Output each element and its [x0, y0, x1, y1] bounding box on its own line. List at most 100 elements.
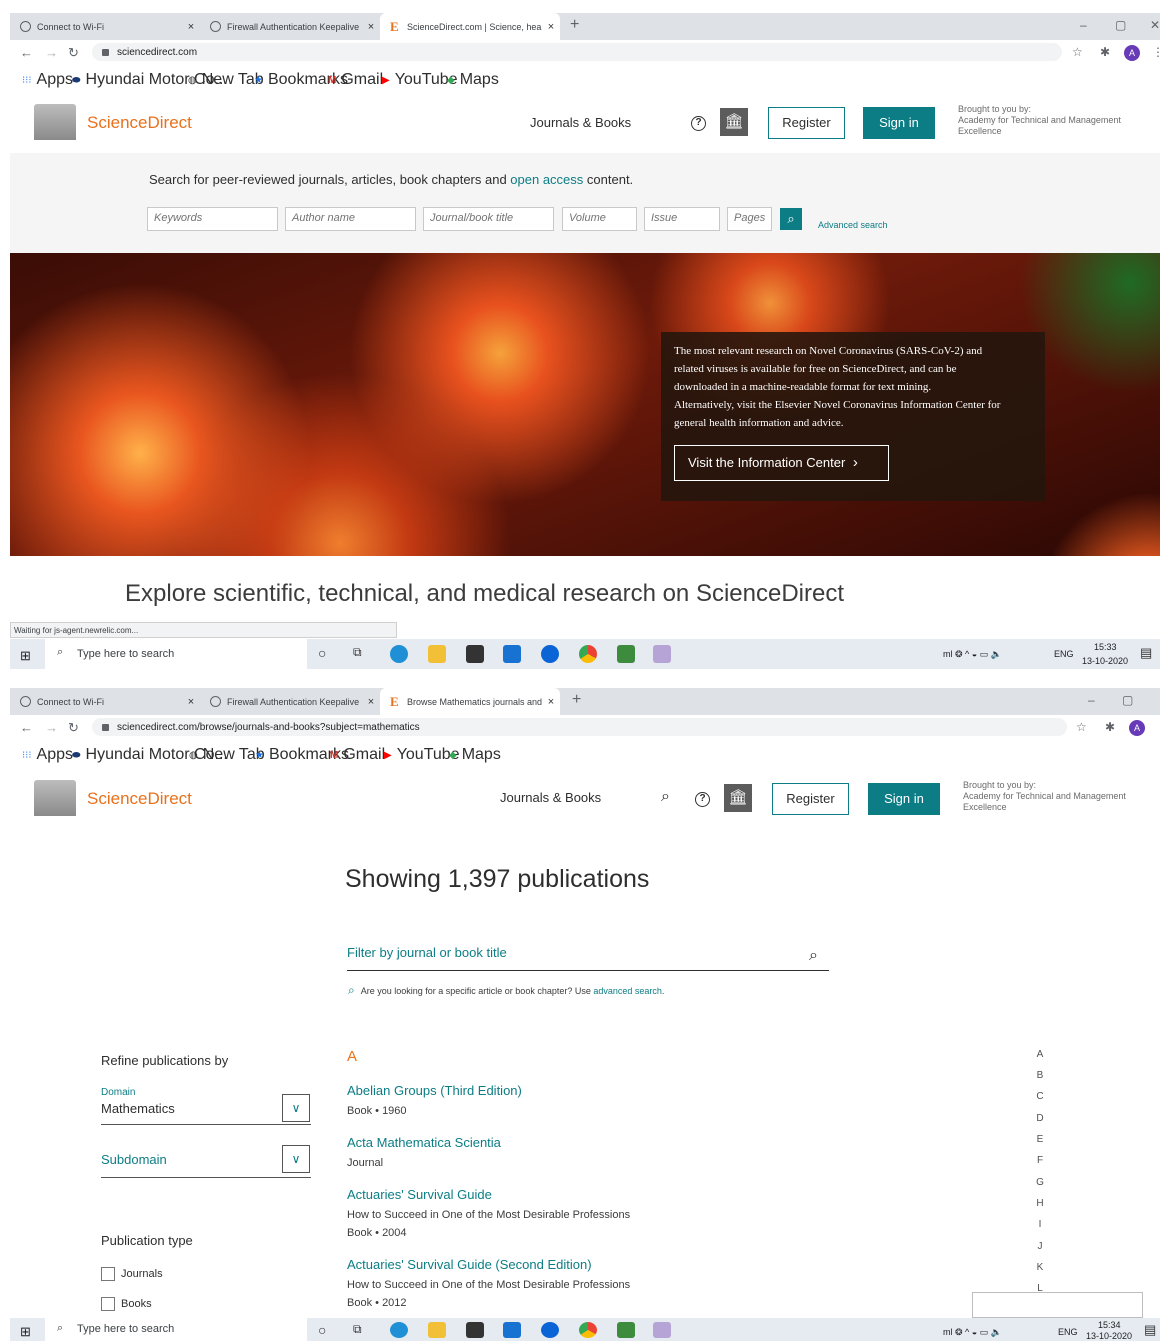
- new-tab-button[interactable]: +: [570, 16, 579, 34]
- tab-browse-mathematics[interactable]: E Browse Mathematics journals and books …: [380, 688, 560, 715]
- reload-icon[interactable]: ↻: [68, 720, 79, 736]
- search-submit-button[interactable]: ⌕: [780, 208, 802, 230]
- bookmark-apps[interactable]: ⁝⁝⁝ Apps: [22, 746, 73, 764]
- bookmark-gmail[interactable]: M Gmail: [328, 71, 383, 89]
- minimize-button[interactable]: –: [1088, 693, 1095, 707]
- maximize-button[interactable]: ▢: [1115, 18, 1126, 32]
- system-tray-icons[interactable]: ml ❂ ^ ◒ ▭ 🔈: [943, 649, 1002, 660]
- tab-connect-wifi[interactable]: Connect to Wi-Fi ×: [10, 688, 200, 715]
- chrome-icon[interactable]: [579, 645, 597, 663]
- filter-title-input[interactable]: Filter by journal or book title: [347, 937, 829, 971]
- app-icon[interactable]: [617, 1322, 635, 1338]
- advanced-search-link[interactable]: advanced search: [593, 986, 662, 996]
- chevron-down-icon[interactable]: ∨: [282, 1094, 310, 1122]
- close-window-button[interactable]: ✕: [1150, 18, 1160, 32]
- elsevier-tree-logo[interactable]: [34, 780, 76, 816]
- domain-select[interactable]: Domain Mathematics ∨: [101, 1087, 311, 1125]
- sciencedirect-logo[interactable]: ScienceDirect: [87, 789, 192, 809]
- bookmark-maps[interactable]: ◆ Maps: [449, 746, 501, 764]
- advanced-search-link[interactable]: Advanced search: [818, 220, 888, 230]
- task-view-icon[interactable]: ⧉: [353, 1322, 362, 1337]
- app-icon[interactable]: [541, 645, 559, 663]
- paint-icon[interactable]: [653, 645, 671, 663]
- visit-information-center-button[interactable]: Visit the Information Center ›: [674, 445, 889, 481]
- taskbar-search[interactable]: Type here to search: [45, 1318, 307, 1341]
- tab-sciencedirect[interactable]: E ScienceDirect.com | Science, health an…: [380, 13, 560, 40]
- help-icon[interactable]: ?: [695, 792, 710, 807]
- language-indicator[interactable]: ENG: [1054, 649, 1074, 659]
- sign-in-button[interactable]: Sign in: [868, 783, 940, 815]
- register-button[interactable]: Register: [768, 107, 845, 139]
- store-icon[interactable]: [466, 1322, 484, 1338]
- app-icon[interactable]: [541, 1322, 559, 1338]
- open-access-link[interactable]: open access: [510, 172, 583, 187]
- publication-title-link[interactable]: Abelian Groups (Third Edition): [347, 1083, 522, 1098]
- file-explorer-icon[interactable]: [428, 645, 446, 663]
- tab-connect-wifi[interactable]: Connect to Wi-Fi ×: [10, 13, 200, 40]
- tab-close-icon[interactable]: ×: [542, 696, 560, 708]
- clock-time[interactable]: 15:33: [1094, 642, 1117, 652]
- profile-avatar[interactable]: A: [1129, 720, 1145, 736]
- store-icon[interactable]: [466, 645, 484, 663]
- file-explorer-icon[interactable]: [428, 1322, 446, 1338]
- tab-close-icon[interactable]: ×: [182, 21, 200, 33]
- url-bar[interactable]: sciencedirect.com/browse/journals-and-bo…: [92, 718, 1067, 736]
- register-button[interactable]: Register: [772, 783, 849, 815]
- tab-close-icon[interactable]: ×: [362, 696, 380, 708]
- pages-input[interactable]: Pages: [727, 207, 772, 231]
- minimize-button[interactable]: –: [1080, 18, 1087, 32]
- mail-icon[interactable]: [503, 645, 521, 663]
- app-icon[interactable]: [617, 645, 635, 663]
- maximize-button[interactable]: ▢: [1122, 693, 1133, 707]
- journals-checkbox[interactable]: [101, 1267, 115, 1281]
- task-view-icon[interactable]: ⧉: [353, 645, 362, 660]
- journal-book-title-input[interactable]: Journal/book title: [423, 207, 554, 231]
- notifications-icon[interactable]: ▤: [1140, 645, 1152, 661]
- bookmark-maps[interactable]: ◆ Maps: [447, 71, 499, 89]
- issue-input[interactable]: Issue: [644, 207, 720, 231]
- institution-icon[interactable]: 🏛: [724, 784, 752, 812]
- sciencedirect-logo[interactable]: ScienceDirect: [87, 113, 192, 133]
- alphabet-index-letter[interactable]: D: [1034, 1113, 1046, 1124]
- back-arrow-icon[interactable]: ←: [20, 45, 33, 60]
- alphabet-index-letter[interactable]: K: [1034, 1262, 1046, 1273]
- extensions-icon[interactable]: ✱: [1100, 45, 1110, 59]
- elsevier-tree-logo[interactable]: [34, 104, 76, 140]
- star-icon[interactable]: ☆: [1076, 720, 1087, 734]
- sign-in-button[interactable]: Sign in: [863, 107, 935, 139]
- institution-icon[interactable]: 🏛: [720, 108, 748, 136]
- keywords-input[interactable]: Keywords: [147, 207, 278, 231]
- url-bar[interactable]: sciencedirect.com: [92, 43, 1062, 61]
- clock-date[interactable]: 13-10-2020: [1082, 656, 1128, 666]
- forward-arrow-icon[interactable]: →: [45, 45, 58, 60]
- bookmark-new-tab[interactable]: ◍ New Tab: [189, 746, 265, 764]
- system-tray-icons[interactable]: ml ❂ ^ ◒ ▭ 🔈: [943, 1327, 1002, 1338]
- subdomain-select[interactable]: Subdomain ∨: [101, 1140, 311, 1178]
- volume-input[interactable]: Volume: [562, 207, 637, 231]
- paint-icon[interactable]: [653, 1322, 671, 1338]
- new-tab-button[interactable]: +: [572, 691, 581, 709]
- edge-icon[interactable]: [390, 1322, 408, 1338]
- clock-time[interactable]: 15:34: [1098, 1320, 1121, 1330]
- back-arrow-icon[interactable]: ←: [20, 720, 33, 735]
- reload-icon[interactable]: ↻: [68, 45, 79, 61]
- tab-close-icon[interactable]: ×: [542, 21, 560, 33]
- author-name-input[interactable]: Author name: [285, 207, 416, 231]
- publication-title-link[interactable]: Actuaries' Survival Guide: [347, 1187, 492, 1202]
- publication-title-link[interactable]: Acta Mathematica Scientia: [347, 1135, 501, 1150]
- help-icon[interactable]: ?: [691, 116, 706, 131]
- alphabet-index-letter[interactable]: I: [1034, 1219, 1046, 1230]
- bookmark-apps[interactable]: ⁝⁝⁝ Apps: [22, 71, 73, 89]
- tab-firewall-auth[interactable]: Firewall Authentication Keepalive ×: [200, 688, 380, 715]
- chrome-icon[interactable]: [579, 1322, 597, 1338]
- alphabet-index-letter[interactable]: A: [1034, 1049, 1046, 1060]
- journals-books-link[interactable]: Journals & Books: [500, 790, 601, 805]
- search-icon[interactable]: ⌕: [809, 947, 818, 965]
- alphabet-index-letter[interactable]: F: [1034, 1155, 1046, 1166]
- windows-start-icon[interactable]: ⊞: [20, 648, 31, 664]
- menu-icon[interactable]: ⋮: [1152, 45, 1160, 59]
- forward-arrow-icon[interactable]: →: [45, 720, 58, 735]
- alphabet-index-letter[interactable]: B: [1034, 1070, 1046, 1081]
- chevron-down-icon[interactable]: ∨: [282, 1145, 310, 1173]
- profile-avatar[interactable]: A: [1124, 45, 1140, 61]
